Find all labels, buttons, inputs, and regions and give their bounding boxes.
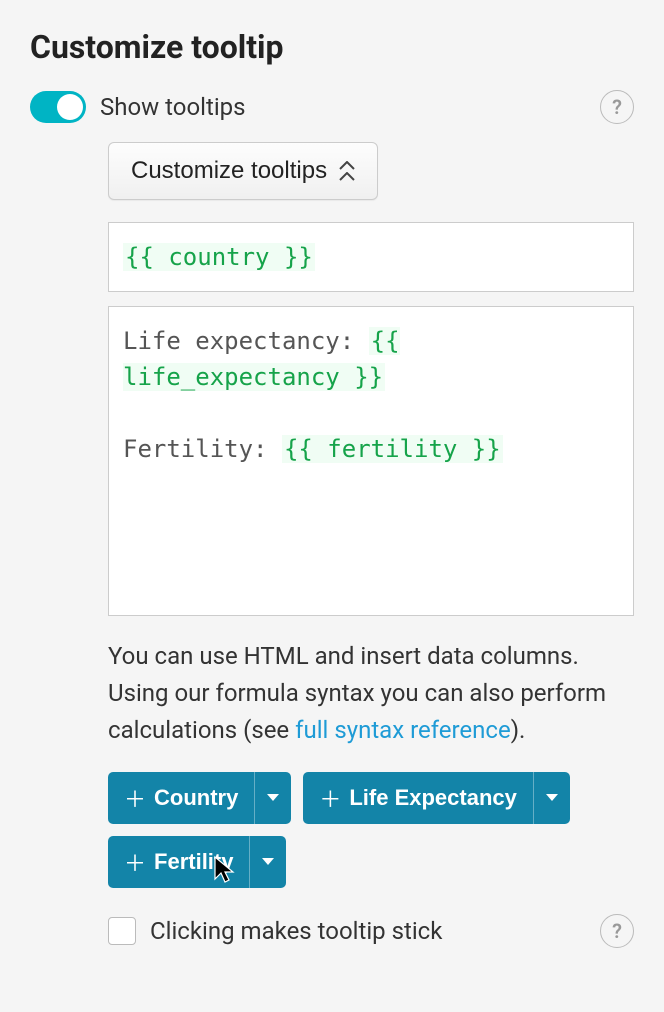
help-icon[interactable]: ?: [600, 914, 634, 948]
add-country-dropdown[interactable]: [254, 772, 291, 824]
customize-tooltips-collapse-button[interactable]: Customize tooltips: [108, 142, 378, 200]
plus-icon: ＋: [124, 782, 146, 814]
plus-icon: ＋: [124, 846, 146, 878]
show-tooltips-label: Show tooltips: [100, 93, 246, 121]
syntax-reference-link[interactable]: full syntax reference: [295, 716, 511, 744]
description-text: You can use HTML and insert data columns…: [108, 638, 634, 750]
caret-down-icon: [267, 794, 279, 801]
template-token: {{ country }}: [123, 243, 315, 271]
tooltip-body-template-input[interactable]: Life expectancy: {{ life_expectancy }} F…: [108, 306, 634, 616]
add-life-expectancy-button[interactable]: ＋ Life Expectancy: [303, 772, 533, 824]
column-buttons-group: ＋ Country ＋ Life Expectancy ＋ Fertility: [108, 772, 634, 888]
tooltip-title-template-input[interactable]: {{ country }}: [108, 222, 634, 292]
add-life-expectancy-dropdown[interactable]: [533, 772, 570, 824]
tooltip-stick-label: Clicking makes tooltip stick: [150, 917, 442, 945]
caret-down-icon: [546, 794, 558, 801]
chevron-up-icon: [339, 161, 355, 181]
collapse-button-label: Customize tooltips: [131, 157, 327, 185]
plus-icon: ＋: [319, 782, 341, 814]
template-token: {{ fertility }}: [282, 435, 503, 463]
help-icon[interactable]: ?: [600, 90, 634, 124]
caret-down-icon: [262, 858, 274, 865]
show-tooltips-toggle[interactable]: [30, 91, 86, 123]
page-title: Customize tooltip: [30, 28, 634, 66]
template-line: Life expectancy: {{ life_expectancy }}: [123, 323, 619, 395]
template-line: Fertility: {{ fertility }}: [123, 431, 619, 467]
tooltip-stick-checkbox[interactable]: [108, 917, 136, 945]
add-fertility-button[interactable]: ＋ Fertility: [108, 836, 249, 888]
add-fertility-dropdown[interactable]: [249, 836, 286, 888]
add-country-button[interactable]: ＋ Country: [108, 772, 254, 824]
